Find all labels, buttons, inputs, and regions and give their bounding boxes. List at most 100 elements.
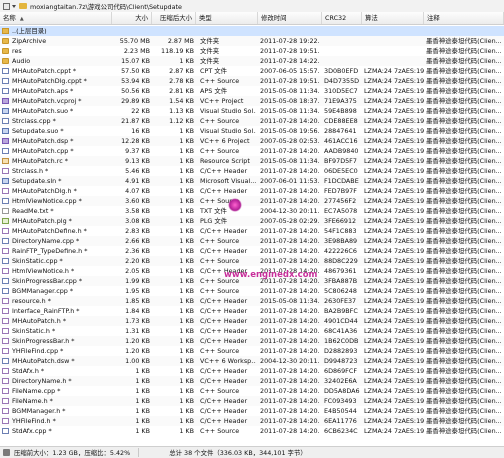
- row-size: 15.07 KB: [121, 57, 150, 65]
- row-name-cell: StdAfx.cpp *: [0, 426, 112, 436]
- row-packed-size: 1 KB: [179, 147, 194, 155]
- file-row[interactable]: Setupdate.suo * 16 KB 1 KB Visual Studio So…: [0, 126, 504, 136]
- file-row[interactable]: DirectoryName.h * 1 KB 1 KB C/C++ Header 201…: [0, 376, 504, 386]
- column-header-size[interactable]: 大小: [112, 12, 152, 24]
- file-row[interactable]: ReadMe.txt * 3.58 KB 1 KB TXT 文件 2004-12-30 …: [0, 206, 504, 216]
- column-header-packed-size[interactable]: 压缩后大小: [152, 12, 196, 24]
- file-row[interactable]: Strclass.h * 5.46 KB 1 KB C/C++ Header 2011-…: [0, 166, 504, 176]
- path-text[interactable]: moxiangtaitan.7z\游戏公司代码\Client\Setupdate: [30, 2, 182, 11]
- row-comment: 墨香神途泰坦代码(Clien...: [426, 67, 502, 75]
- file-row[interactable]: MHAutoPatchDlg.h * 4.07 KB 1 KB C/C++ Heade…: [0, 186, 504, 196]
- file-row[interactable]: YHFileFind.h * 1 KB 1 KB C/C++ Header 2011-0…: [0, 416, 504, 426]
- row-modified: 2011-07-28 19:51...: [260, 47, 320, 55]
- file-row[interactable]: MHAutoPatch.plg * 3.08 KB 1 KB PLG 文件 2007-0…: [0, 216, 504, 226]
- file-row[interactable]: MHAutoPatch.suo * 22 KB 1.13 KB Visual Stud…: [0, 106, 504, 116]
- row-algorithm: LZMA:24 7zAES:19: [364, 187, 424, 195]
- row-size: 2.20 KB: [125, 257, 150, 265]
- file-row[interactable]: MHAutoPatchDlg.cppt * 53.94 KB 2.78 KB C++ …: [0, 76, 504, 86]
- file-cpp-icon: [2, 198, 9, 204]
- column-header-modified[interactable]: 修改时间: [258, 12, 322, 24]
- parent-directory-row[interactable]: ..(上层目录): [0, 26, 504, 36]
- row-name: StdAfx.cpp *: [12, 427, 52, 435]
- file-row[interactable]: RainFTP_TypeDefine.h * 2.36 KB 1 KB C/C++ H…: [0, 246, 504, 256]
- file-row[interactable]: BGMManager.h * 1 KB 1 KB C/C++ Header 2011-0…: [0, 406, 504, 416]
- row-name-cell: HtmlViewNotice.h *: [0, 266, 112, 276]
- file-row[interactable]: StdAfx.h * 1 KB 1 KB C/C++ Header 2011-07-28…: [0, 366, 504, 376]
- file-cpp-icon: [2, 428, 9, 434]
- file-row[interactable]: resource.h * 1.85 KB 1 KB C/C++ Header 2015-…: [0, 296, 504, 306]
- file-row[interactable]: SkinProgressBar.h * 1.20 KB 1 KB C/C++ Head…: [0, 336, 504, 346]
- row-crc32: 71E9A375: [324, 97, 357, 105]
- column-header-name[interactable]: 名称 ▲: [0, 12, 112, 24]
- row-size: 1.99 KB: [125, 277, 150, 285]
- column-header-comment[interactable]: 注释: [424, 12, 504, 24]
- row-name-cell: MHAutoPatch.cpp *: [0, 146, 112, 156]
- file-row[interactable]: MHAutoPatch.vcproj * 29.89 KB 1.54 KB VC++ …: [0, 96, 504, 106]
- chevron-down-icon[interactable]: [12, 4, 16, 8]
- file-row[interactable]: MHAutoPatch.aps * 50.56 KB 2.81 KB APS 文件 20…: [0, 86, 504, 96]
- row-comment: 墨香神途泰坦代码(Clien...: [426, 347, 502, 355]
- file-row[interactable]: StdAfx.cpp * 1 KB 1 KB C++ Source 2011-07-28…: [0, 426, 504, 436]
- row-packed-size: [152, 26, 196, 36]
- row-crc32: 59E4B898: [324, 107, 357, 115]
- row-size: 4.07 KB: [125, 187, 150, 195]
- file-row[interactable]: Setupdate.sln * 4.91 KB 1 KB Microsoft Visu…: [0, 176, 504, 186]
- row-name-cell: MHAutoPatch.rc *: [0, 156, 112, 166]
- sort-up-icon: ▲: [19, 16, 24, 22]
- row-packed-size: 2.78 KB: [169, 77, 194, 85]
- file-row[interactable]: FileName.cpp * 1 KB 1 KB C++ Source 2011-07-…: [0, 386, 504, 396]
- file-row[interactable]: FileName.h * 1 KB 1 KB C/C++ Header 2011-07-…: [0, 396, 504, 406]
- row-name-cell: Setupdate.sln *: [0, 176, 112, 186]
- file-row[interactable]: Strclass.cpp * 21.87 KB 1.12 KB C++ Source 2…: [0, 116, 504, 126]
- file-row[interactable]: BGMManager.cpp * 1.95 KB 1 KB C++ Source 201…: [0, 286, 504, 296]
- row-size: 57.50 KB: [121, 67, 150, 75]
- row-modified: 2007-05-28 02:29...: [260, 217, 320, 225]
- row-modified: 2011-07-28 14:20...: [260, 257, 320, 265]
- file-row[interactable]: Audio 15.07 KB 1 KB 文件夹 2011-07-28 14:22... 墨…: [0, 56, 504, 66]
- file-row[interactable]: MHAutoPatch.dsw * 1.00 KB 1 KB VC++ 6 Works…: [0, 356, 504, 366]
- row-name: MHAutoPatch.suo *: [12, 107, 74, 115]
- column-header-crc32[interactable]: CRC32: [322, 12, 362, 24]
- file-row[interactable]: MHAutoPatch.cpp * 9.37 KB 1 KB C++ Source 20…: [0, 146, 504, 156]
- file-row[interactable]: MHAutoPatch.cppt * 57.50 KB 2.87 KB CPT 文件 2…: [0, 66, 504, 76]
- row-name: MHAutoPatchDlg.cppt *: [12, 77, 87, 85]
- row-name: MHAutoPatch.cpp *: [12, 147, 74, 155]
- row-algorithm: LZMA:24 7zAES:19: [364, 137, 424, 145]
- file-row[interactable]: MHAutoPatchDefine.h * 2.83 KB 1 KB C/C++ He…: [0, 226, 504, 236]
- file-row[interactable]: SkinStatic.h * 1.31 KB 1 KB C/C++ Header 201…: [0, 326, 504, 336]
- row-crc32: FED7B97F: [324, 187, 357, 195]
- row-name: MHAutoPatchDlg.h *: [12, 187, 77, 195]
- file-row[interactable]: MHAutoPatch.h * 1.73 KB 1 KB C/C++ Header 20…: [0, 316, 504, 326]
- row-modified: 2015-05-08 11:34...: [260, 87, 320, 95]
- file-row[interactable]: SkinStatic.cpp * 2.20 KB 1 KB C++ Source 201…: [0, 256, 504, 266]
- row-name-cell: ..(上层目录): [0, 26, 112, 36]
- file-row[interactable]: DirectoryName.cpp * 2.66 KB 1 KB C++ Source…: [0, 236, 504, 246]
- file-cpp-icon: [2, 278, 9, 284]
- row-packed-size: 1 KB: [179, 157, 194, 165]
- file-row[interactable]: res 2.23 MB 118.19 KB 文件夹 2011-07-28 19:51..…: [0, 46, 504, 56]
- row-algorithm: LZMA:24 7zAES:19: [364, 387, 424, 395]
- row-name: ReadMe.txt *: [12, 207, 54, 215]
- row-size: 1 KB: [135, 407, 150, 415]
- row-packed-size: 1 KB: [179, 267, 194, 275]
- row-type: PLG 文件: [200, 217, 228, 225]
- file-row[interactable]: MHAutoPatch.dsp * 12.28 KB 1 KB VC++ 6 Proj…: [0, 136, 504, 146]
- file-row[interactable]: YHFileFind.cpp * 1.20 KB 1 KB C++ Source 201…: [0, 346, 504, 356]
- file-row[interactable]: HtmlViewNotice.cpp * 3.60 KB 1 KB C++ Sourc…: [0, 196, 504, 206]
- row-size: 1.95 KB: [125, 287, 150, 295]
- file-row[interactable]: MHAutoPatch.rc * 9.13 KB 1 KB Resource Scri…: [0, 156, 504, 166]
- column-header-type[interactable]: 类型: [196, 12, 258, 24]
- row-type: C/C++ Header: [200, 227, 248, 235]
- row-algorithm: LZMA:24 7zAES:19: [364, 67, 424, 75]
- row-algorithm: LZMA:24 7zAES:19: [364, 277, 424, 285]
- column-header-algorithm[interactable]: 算法: [362, 12, 424, 24]
- file-row[interactable]: ZipArchive 55.70 MB 2.87 MB 文件夹 2011-07-28 1…: [0, 36, 504, 46]
- watermark-logo-icon: [228, 198, 242, 212]
- row-size: 2.83 KB: [125, 227, 150, 235]
- archive-icon[interactable]: [3, 2, 10, 10]
- row-name: DirectoryName.h *: [12, 377, 72, 385]
- row-type: [196, 26, 256, 36]
- row-type: C++ Source: [200, 387, 240, 395]
- row-packed-size: 1.54 KB: [169, 97, 194, 105]
- file-row[interactable]: Interface_RainFTP.h * 1.84 KB 1 KB C/C++ He…: [0, 306, 504, 316]
